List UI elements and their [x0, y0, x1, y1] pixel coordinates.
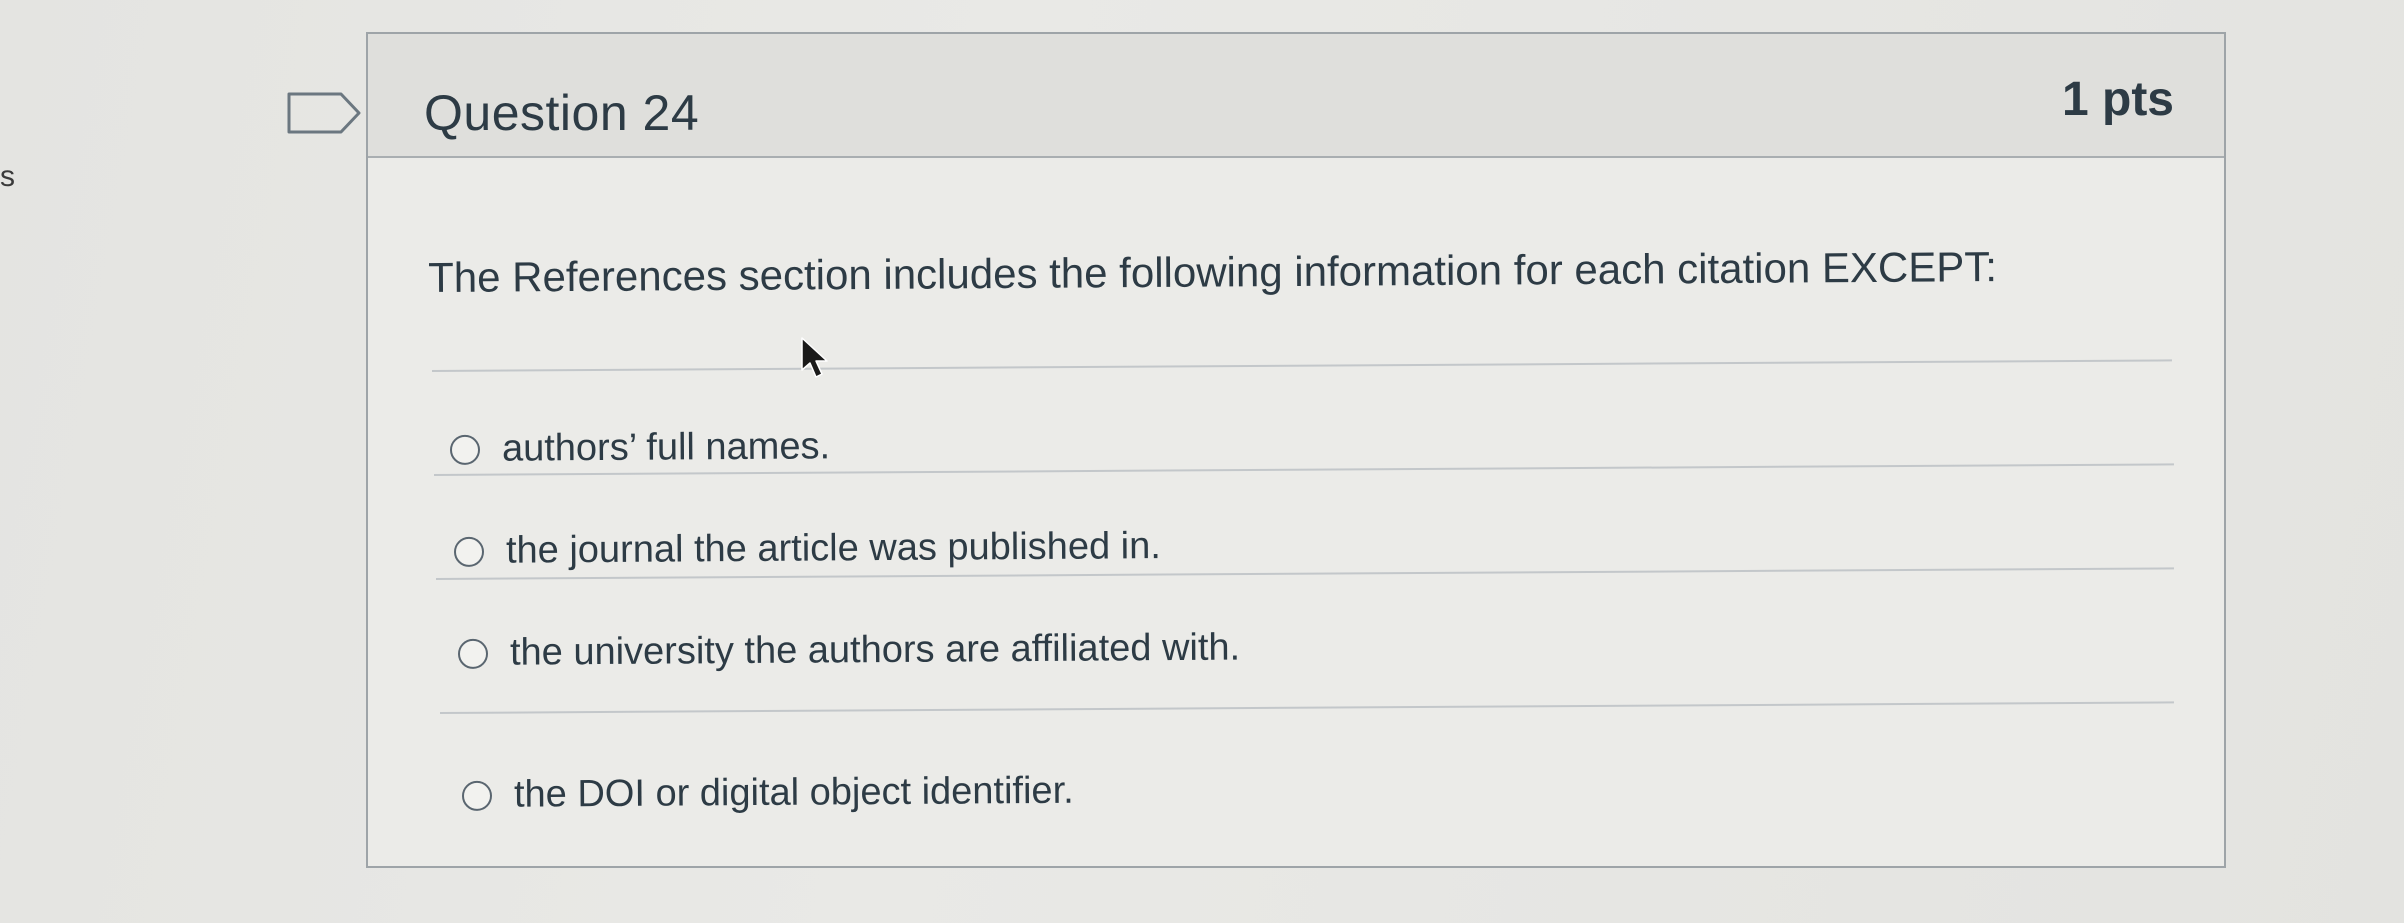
answer-label: the journal the article was published in…: [505, 525, 1161, 572]
answer-option-2[interactable]: the journal the article was published in…: [453, 525, 1161, 573]
divider: [439, 701, 2174, 714]
question-text: The References section includes the foll…: [428, 243, 1998, 301]
mouse-pointer-icon: [801, 337, 828, 378]
question-header: Question 24 1 pts: [368, 34, 2224, 158]
question-points: 1 pts: [2061, 73, 2174, 126]
radio-unselected-icon[interactable]: [449, 434, 481, 465]
radio-unselected-icon[interactable]: [461, 780, 493, 811]
radio-unselected-icon[interactable]: [457, 638, 489, 669]
answer-option-3[interactable]: the university the authors are affiliate…: [457, 626, 1241, 675]
question-title: Question 24: [424, 85, 700, 141]
answer-option-4[interactable]: the DOI or digital object identifier.: [461, 769, 1074, 817]
answer-option-1[interactable]: authors’ full names.: [449, 425, 831, 471]
flag-icon[interactable]: [285, 88, 365, 138]
question-card: Question 24 1 pts The References section…: [366, 32, 2226, 868]
answer-label: the DOI or digital object identifier.: [513, 769, 1074, 816]
radio-unselected-icon[interactable]: [453, 536, 485, 567]
answer-label: the university the authors are affiliate…: [509, 626, 1241, 674]
divider: [431, 359, 2172, 372]
edge-glyph: s: [0, 160, 15, 193]
answer-label: authors’ full names.: [501, 425, 831, 470]
